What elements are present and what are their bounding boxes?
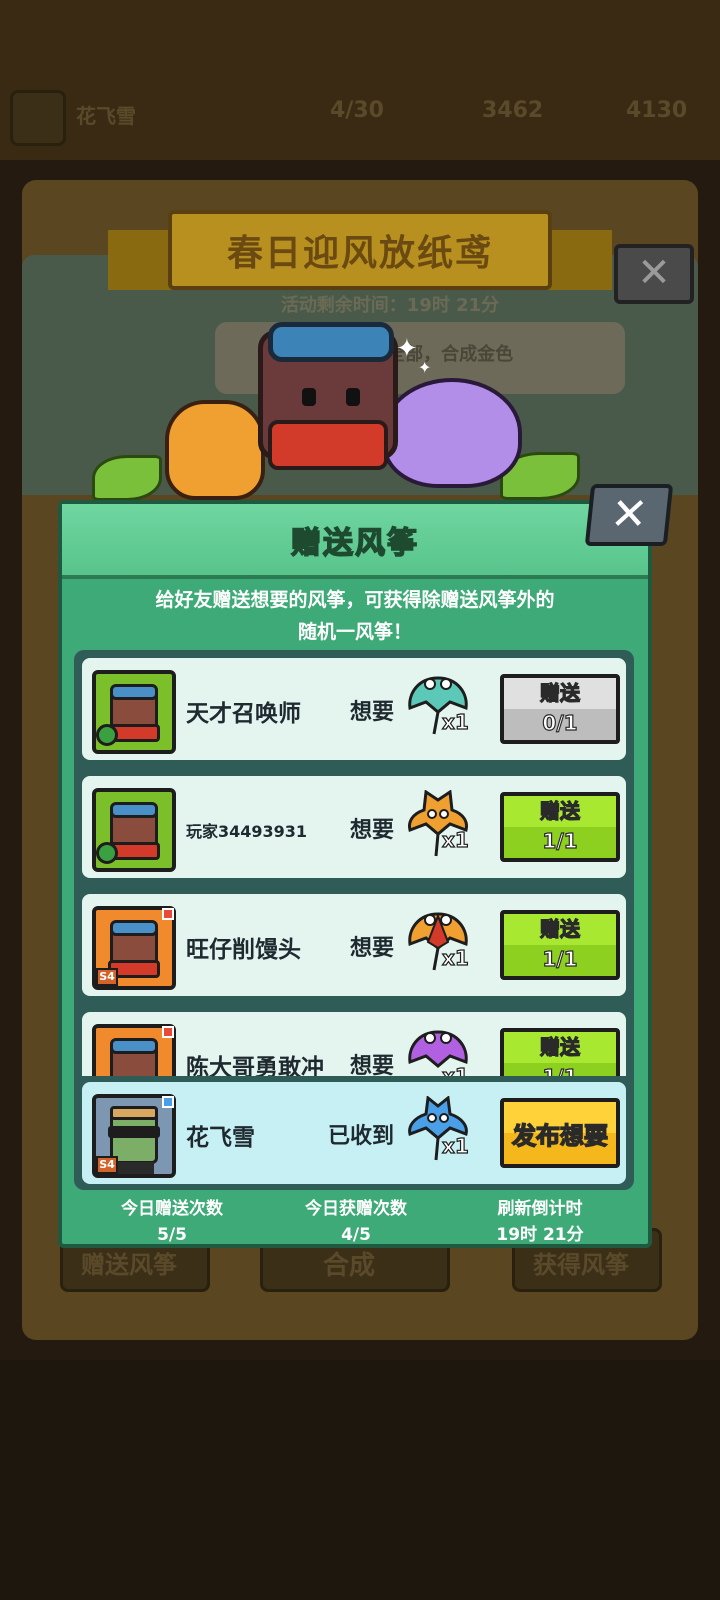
gift-button-label: 赠送 (539, 680, 580, 705)
notification-badge (162, 1096, 174, 1108)
hero-eye (302, 388, 316, 406)
close-icon: ✕ (607, 489, 651, 540)
gold-counter: 3462 (482, 98, 544, 123)
dialog-title: 赠送风筝 (290, 525, 419, 562)
friend-name: 天才召唤师 (186, 701, 301, 727)
gift-button-progress: 1/1 (542, 828, 578, 853)
leaf-decoration (92, 455, 162, 501)
season-badge: S4 (96, 1156, 118, 1174)
kite-count: x1 (441, 709, 469, 734)
event-title-banner: 春日迎风放纸鸢 (168, 210, 552, 290)
sparkle-icon: ✦ (396, 334, 418, 364)
friend-avatar (92, 670, 176, 754)
wants-label: 想要 (350, 818, 395, 843)
friend-row: 玩家34493931 想要 x1 赠送 1/1 (82, 776, 626, 878)
gift-button[interactable]: 赠送 1/1 (500, 792, 620, 862)
friend-list-scroll[interactable]: 天才召唤师 想要 x1 赠送 0/1 玩家34493931 想要 x1 赠送 1… (82, 658, 626, 1076)
gift-button[interactable]: 赠送 1/1 (500, 910, 620, 980)
received-label: 已收到 (328, 1124, 395, 1149)
friend-name: 陈大哥勇敢冲 (186, 1055, 324, 1076)
friend-list: 天才召唤师 想要 x1 赠送 0/1 玩家34493931 想要 x1 赠送 1… (74, 650, 634, 1190)
gift-button-progress: 1/1 (542, 946, 578, 971)
received-count-label: 今日获赠次数 (305, 1199, 407, 1219)
sparkle-icon: ✦ (418, 358, 432, 377)
friend-avatar: S4 (92, 906, 176, 990)
hero-scarf-art (268, 420, 388, 470)
gift-button-label: 赠送 (539, 916, 580, 941)
kite-count: x1 (441, 827, 469, 852)
event-close-button[interactable]: ✕ (614, 244, 694, 304)
dialog-header: 赠送风筝 (62, 504, 648, 579)
kite-count: x1 (441, 1063, 469, 1076)
publish-want-button[interactable]: 发布想要 (500, 1098, 620, 1168)
received-count-value: 4/5 (341, 1225, 371, 1245)
season-badge: S4 (96, 968, 118, 986)
dialog-intro: 给好友赠送想要的风筝，可获得除赠送风筝外的 随机一风筝！ (155, 589, 555, 643)
wants-label: 想要 (350, 936, 395, 961)
wants-label: 想要 (350, 700, 395, 725)
hero-eye (346, 388, 360, 406)
publish-want-label: 发布想要 (511, 1121, 608, 1150)
friend-row: 陈大哥勇敢冲 想要 x1 赠送 1/1 (82, 1012, 626, 1076)
player-avatar (10, 90, 66, 146)
gift-button-progress: 0/1 (542, 710, 578, 735)
stats-bar: 今日赠送次数 5/5 今日获赠次数 4/5 刷新倒计时 19时 21分 (62, 1196, 648, 1246)
event-remaining-time: 活动剩余时间：19时 21分 (280, 295, 500, 316)
self-avatar: S4 (92, 1094, 176, 1178)
energy-counter: 4/30 (330, 98, 384, 123)
self-row: S4 花飞雪 已收到 x1 发布想要 (82, 1082, 626, 1184)
top-status-bar: 花飞雪 4/30 3462 4130 (0, 0, 720, 160)
gift-button[interactable]: 赠送 0/1 (500, 674, 620, 744)
refresh-countdown-stat: 刷新倒计时 19时 21分 (450, 1196, 630, 1248)
player-name: 花飞雪 (76, 104, 136, 128)
purple-kite-art (382, 378, 522, 488)
game-screen: 花飞雪 4/30 3462 4130 赠送风筝 合成 获得风筝 春日迎风放纸鸢 … (0, 0, 720, 1600)
friend-name: 旺仔削馒头 (186, 937, 301, 963)
self-name: 花飞雪 (186, 1125, 255, 1151)
event-title: 春日迎风放纸鸢 (226, 233, 493, 274)
notification-badge (162, 908, 174, 920)
kite-count: x1 (441, 1133, 469, 1158)
friend-row: 天才召唤师 想要 x1 赠送 0/1 (82, 658, 626, 760)
friend-avatar (92, 788, 176, 872)
dialog-close-button[interactable]: ✕ (584, 484, 674, 546)
gift-button-label: 赠送 (539, 798, 580, 823)
gift-count-value: 5/5 (157, 1225, 187, 1245)
notification-badge (162, 1026, 174, 1038)
gift-button-progress: 1/1 (504, 1062, 616, 1076)
refresh-countdown-label: 刷新倒计时 (497, 1199, 583, 1219)
banner-right-wing (542, 230, 612, 290)
bottom-nav-bar (0, 1360, 720, 1600)
wants-label: 想要 (350, 1054, 395, 1076)
friend-name: 玩家34493931 (186, 822, 308, 841)
received-count-stat: 今日获赠次数 4/5 (266, 1196, 446, 1248)
gift-button-label: 赠送 (539, 1034, 580, 1059)
fox-kite-art (165, 400, 265, 500)
hero-helmet-art (268, 322, 394, 362)
gift-count-stat: 今日赠送次数 5/5 (82, 1196, 262, 1248)
friend-row: S4 旺仔削馒头 想要 x1 赠送 1/1 (82, 894, 626, 996)
kite-count: x1 (441, 945, 469, 970)
gem-counter: 4130 (626, 98, 688, 123)
friend-avatar (92, 1024, 176, 1076)
refresh-countdown-value: 19时 21分 (496, 1225, 584, 1245)
gift-count-label: 今日赠送次数 (121, 1199, 223, 1219)
gift-kite-dialog: 赠送风筝 给好友赠送想要的风筝，可获得除赠送风筝外的 随机一风筝！ 天才召唤师 … (58, 500, 652, 1248)
gift-button[interactable]: 赠送 1/1 (500, 1028, 620, 1076)
